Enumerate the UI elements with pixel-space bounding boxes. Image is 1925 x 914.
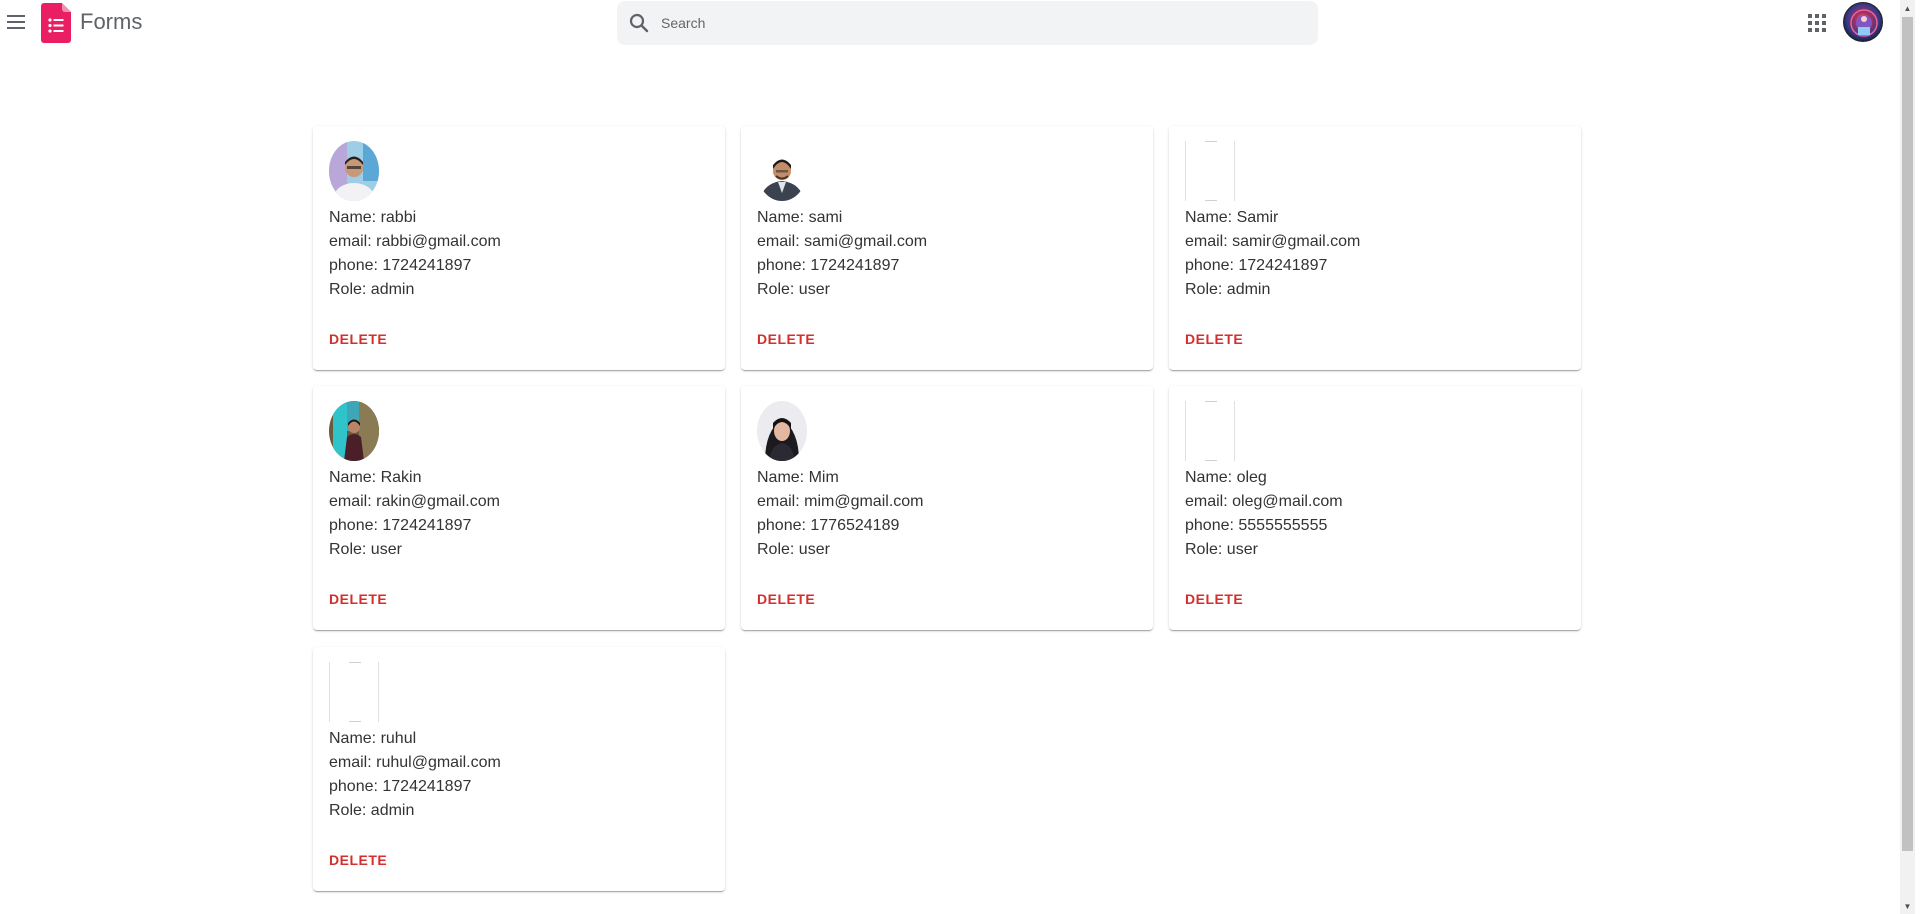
user-email: email: samir@gmail.com <box>1185 233 1361 250</box>
search-input[interactable] <box>659 9 1299 37</box>
delete-button[interactable]: DELETE <box>757 591 815 607</box>
user-email: email: mim@gmail.com <box>757 493 924 510</box>
user-name: Name: Samir <box>1185 209 1279 226</box>
user-avatar[interactable] <box>1843 2 1883 42</box>
user-card: Name: Rakin email: rakin@gmail.com phone… <box>313 386 725 630</box>
apps-grid-icon[interactable] <box>1808 14 1826 32</box>
user-card: Name: sami email: sami@gmail.com phone: … <box>741 126 1153 370</box>
user-info: Name: ruhul email: ruhul@gmail.com phone… <box>329 727 501 823</box>
user-photo <box>329 401 379 461</box>
user-photo-placeholder <box>1185 401 1235 461</box>
scroll-thumb[interactable] <box>1902 17 1913 851</box>
user-name: Name: Rakin <box>329 469 422 486</box>
user-phone: phone: 1724241897 <box>329 257 472 274</box>
user-email: email: rakin@gmail.com <box>329 493 500 510</box>
user-email: email: rabbi@gmail.com <box>329 233 501 250</box>
delete-button[interactable]: DELETE <box>1185 591 1243 607</box>
user-email: email: ruhul@gmail.com <box>329 754 501 771</box>
user-card: Name: Mim email: mim@gmail.com phone: 17… <box>741 386 1153 630</box>
user-name: Name: rabbi <box>329 209 417 226</box>
user-info: Name: rabbi email: rabbi@gmail.com phone… <box>329 206 501 302</box>
user-phone: phone: 1724241897 <box>329 778 472 795</box>
user-role: Role: admin <box>1185 281 1271 298</box>
user-role: Role: user <box>757 281 830 298</box>
delete-button[interactable]: DELETE <box>1185 331 1243 347</box>
user-email: email: oleg@mail.com <box>1185 493 1343 510</box>
top-app-bar: Forms <box>0 0 1900 46</box>
user-info: Name: sami email: sami@gmail.com phone: … <box>757 206 927 302</box>
user-photo-placeholder <box>1185 141 1235 201</box>
delete-button[interactable]: DELETE <box>329 591 387 607</box>
user-role: Role: user <box>757 541 830 558</box>
user-info: Name: oleg email: oleg@mail.com phone: 5… <box>1185 466 1343 562</box>
window-edge <box>1915 0 1925 914</box>
user-info: Name: Samir email: samir@gmail.com phone… <box>1185 206 1360 302</box>
delete-button[interactable]: DELETE <box>329 852 387 868</box>
user-name: Name: Mim <box>757 469 839 486</box>
user-info: Name: Rakin email: rakin@gmail.com phone… <box>329 466 500 562</box>
user-phone: phone: 1724241897 <box>757 257 900 274</box>
user-role: Role: user <box>329 541 402 558</box>
user-role: Role: admin <box>329 802 415 819</box>
user-role: Role: user <box>1185 541 1258 558</box>
scroll-down-arrow-icon[interactable]: ▼ <box>1900 898 1915 914</box>
user-name: Name: ruhul <box>329 730 417 747</box>
search-bar[interactable] <box>617 1 1318 45</box>
user-card: Name: oleg email: oleg@mail.com phone: 5… <box>1169 386 1581 630</box>
vertical-scrollbar[interactable]: ▲ ▼ <box>1900 0 1915 914</box>
user-card: Name: Samir email: samir@gmail.com phone… <box>1169 126 1581 370</box>
user-phone: phone: 1776524189 <box>757 517 900 534</box>
user-name: Name: sami <box>757 209 843 226</box>
user-phone: phone: 1724241897 <box>1185 257 1328 274</box>
user-photo <box>757 401 807 461</box>
user-photo <box>329 141 379 201</box>
hamburger-menu-icon[interactable] <box>4 10 28 34</box>
user-card: Name: ruhul email: ruhul@gmail.com phone… <box>313 647 725 891</box>
user-name: Name: oleg <box>1185 469 1267 486</box>
search-icon[interactable] <box>627 11 651 35</box>
forms-logo-icon[interactable] <box>41 3 71 43</box>
user-role: Role: admin <box>329 281 415 298</box>
user-info: Name: Mim email: mim@gmail.com phone: 17… <box>757 466 923 562</box>
scroll-up-arrow-icon[interactable]: ▲ <box>1900 0 1915 16</box>
user-card: Name: rabbi email: rabbi@gmail.com phone… <box>313 126 725 370</box>
user-email: email: sami@gmail.com <box>757 233 928 250</box>
user-phone: phone: 1724241897 <box>329 517 472 534</box>
user-photo-placeholder <box>329 662 379 722</box>
user-photo <box>757 141 807 201</box>
app-title: Forms <box>80 9 143 34</box>
user-phone: phone: 5555555555 <box>1185 517 1328 534</box>
delete-button[interactable]: DELETE <box>329 331 387 347</box>
delete-button[interactable]: DELETE <box>757 331 815 347</box>
